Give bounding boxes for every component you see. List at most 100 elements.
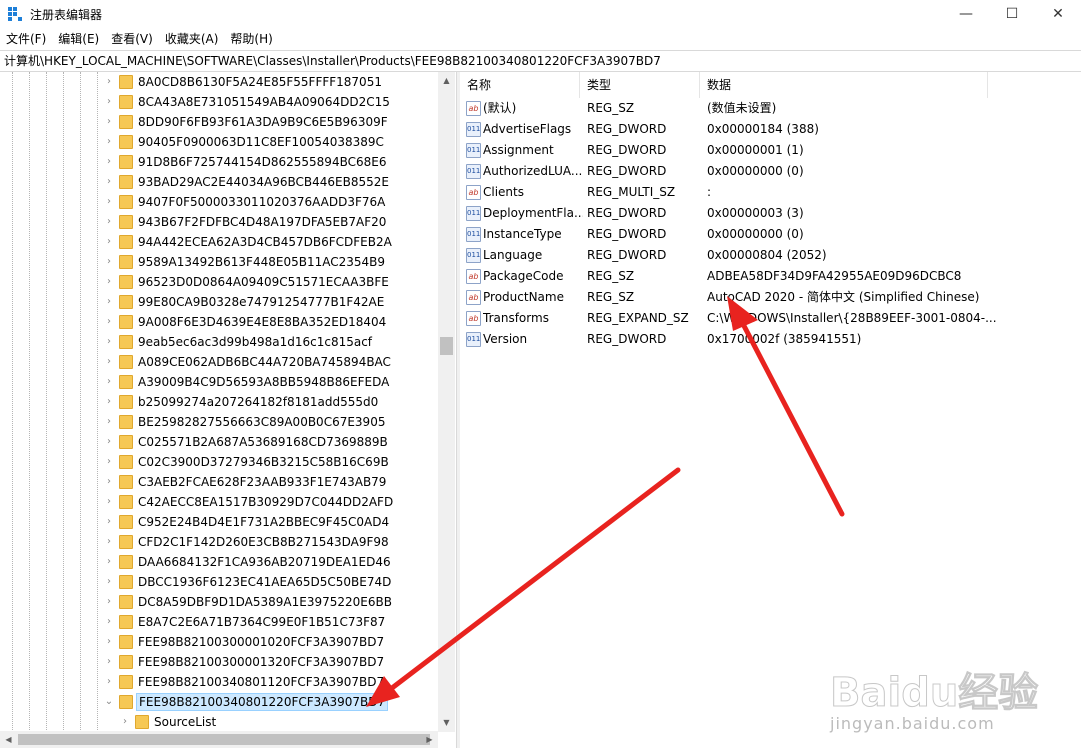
close-button[interactable]: ✕	[1035, 0, 1081, 28]
column-header-data[interactable]: 数据	[700, 72, 988, 98]
expand-chevron-icon[interactable]: ›	[104, 256, 114, 268]
expand-chevron-icon[interactable]: ›	[104, 236, 114, 248]
tree-item[interactable]: › A089CE062ADB6BC44A720BA745894BAC	[0, 352, 438, 372]
tree-item[interactable]: › 96523D0D0864A09409C51571ECAA3BFE	[0, 272, 438, 292]
tree-item[interactable]: › 8DD90F6FB93F61A3DA9B9C6E5B96309F	[0, 112, 438, 132]
scroll-up-arrow-icon[interactable]: ▲	[438, 72, 455, 89]
tree-item[interactable]: › FEE98B82100300001320FCF3A3907BD7	[0, 652, 438, 672]
tree-item[interactable]: › 8CA43A8E731051549AB4A09064DD2C15	[0, 92, 438, 112]
tree-item[interactable]: › 8A0CD8B6130F5A24E85F55FFFF187051	[0, 72, 438, 92]
tree-vertical-scrollbar[interactable]: ▲ ▼	[438, 72, 455, 732]
tree-horizontal-scrollbar[interactable]: ◀ ▶	[0, 731, 438, 748]
expand-chevron-icon[interactable]: ›	[104, 676, 114, 688]
expand-chevron-icon[interactable]: ›	[104, 456, 114, 468]
tree-item[interactable]: › 9A008F6E3D4639E4E8E8BA352ED18404	[0, 312, 438, 332]
value-row[interactable]: ab Clients REG_MULTI_SZ:	[460, 182, 1081, 203]
expand-chevron-icon[interactable]: ›	[104, 476, 114, 488]
tree-item[interactable]: › 9589A13492B613F448E05B11AC2354B9	[0, 252, 438, 272]
expand-chevron-icon[interactable]: ›	[104, 616, 114, 628]
value-row[interactable]: 011 InstanceType REG_DWORD 0x00000000 (0)	[460, 224, 1081, 245]
tree-item[interactable]: › C02C3900D37279346B3215C58B16C69B	[0, 452, 438, 472]
expand-chevron-icon[interactable]: ›	[104, 76, 114, 88]
tree-item[interactable]: › C42AECC8EA1517B30929D7C044DD2AFD	[0, 492, 438, 512]
tree-item[interactable]: › DAA6684132F1CA936AB20719DEA1ED46	[0, 552, 438, 572]
tree-item[interactable]: › b25099274a207264182f8181add555d0	[0, 392, 438, 412]
menu-favorites[interactable]: 收藏夹(A)	[159, 28, 225, 50]
tree-item[interactable]: › A39009B4C9D56593A8BB5948B86EFEDA	[0, 372, 438, 392]
tree-item[interactable]: › 90405F0900063D11C8EF10054038389C	[0, 132, 438, 152]
expand-chevron-icon[interactable]: ›	[104, 216, 114, 228]
tree-item[interactable]: › 93BAD29AC2E44034A96BCB446EB8552E	[0, 172, 438, 192]
value-row[interactable]: ab PackageCode REG_SZ ADBEA58DF34D9FA42955A…	[460, 266, 1081, 287]
scroll-left-arrow-icon[interactable]: ◀	[0, 731, 17, 748]
tree-item[interactable]: › 94A442ECEA62A3D4CB457DB6FCDFEB2A	[0, 232, 438, 252]
menu-edit[interactable]: 编辑(E)	[52, 28, 105, 50]
collapse-chevron-icon[interactable]: ⌄	[104, 696, 114, 708]
expand-chevron-icon[interactable]: ›	[104, 356, 114, 368]
minimize-button[interactable]: —	[943, 0, 989, 28]
tree-item[interactable]: › C025571B2A687A53689168CD7369889B	[0, 432, 438, 452]
tree-item-selected[interactable]: ⌄ FEE98B82100340801220FCF3A3907BD7	[0, 692, 438, 712]
tree-item[interactable]: › 943B67F2FDFBC4D48A197DFA5EB7AF20	[0, 212, 438, 232]
expand-chevron-icon[interactable]: ›	[104, 336, 114, 348]
expand-chevron-icon[interactable]: ›	[104, 116, 114, 128]
tree-item[interactable]: › 91D8B6F725744154D862555894BC68E6	[0, 152, 438, 172]
expand-chevron-icon[interactable]: ›	[104, 316, 114, 328]
expand-chevron-icon[interactable]: ›	[104, 436, 114, 448]
expand-chevron-icon[interactable]: ›	[104, 96, 114, 108]
expand-chevron-icon[interactable]: ›	[104, 196, 114, 208]
tree-item[interactable]: › C3AEB2FCAE628F23AAB933F1E743AB79	[0, 472, 438, 492]
tree-item[interactable]: › E8A7C2E6A71B7364C99E0F1B51C73F87	[0, 612, 438, 632]
expand-chevron-icon[interactable]: ›	[104, 636, 114, 648]
expand-chevron-icon[interactable]: ›	[104, 276, 114, 288]
expand-chevron-icon[interactable]: ›	[104, 496, 114, 508]
menu-help[interactable]: 帮助(H)	[224, 28, 278, 50]
scroll-thumb[interactable]	[440, 337, 453, 355]
tree-item[interactable]: › DC8A59DBF9D1DA5389A1E3975220E6BB	[0, 592, 438, 612]
value-row[interactable]: ab Transforms REG_EXPAND_SZ C:\WINDOWS\Inst…	[460, 308, 1081, 329]
expand-chevron-icon[interactable]: ›	[104, 296, 114, 308]
expand-chevron-icon[interactable]: ›	[104, 176, 114, 188]
value-row[interactable]: 011 AuthorizedLUA... REG_DWORD 0x00000000 (…	[460, 161, 1081, 182]
expand-chevron-icon[interactable]: ›	[104, 536, 114, 548]
tree-item[interactable]: › DBCC1936F6123EC41AEA65D5C50BE74D	[0, 572, 438, 592]
tree-item[interactable]: › FEE98B82100340801120FCF3A3907BD7	[0, 672, 438, 692]
expand-chevron-icon[interactable]: ›	[104, 136, 114, 148]
tree-item[interactable]: › FEE98B82100300001020FCF3A3907BD7	[0, 632, 438, 652]
expand-chevron-icon[interactable]: ›	[104, 376, 114, 388]
address-bar[interactable]: 计算机\HKEY_LOCAL_MACHINE\SOFTWARE\Classes\…	[0, 50, 1081, 72]
expand-chevron-icon[interactable]: ›	[104, 556, 114, 568]
tree-item-child[interactable]: › SourceList	[0, 712, 438, 732]
value-row[interactable]: ab ProductName REG_SZ AutoCAD 2020 - 简体中文 (…	[460, 287, 1081, 308]
menu-file[interactable]: 文件(F)	[0, 28, 52, 50]
tree-item[interactable]: › 9407F0F5000033011020376AADD3F76A	[0, 192, 438, 212]
expand-chevron-icon[interactable]: ›	[104, 596, 114, 608]
expand-chevron-icon[interactable]: ›	[104, 416, 114, 428]
tree-item[interactable]: › 99E80CA9B0328e74791254777B1F42AE	[0, 292, 438, 312]
column-header-name[interactable]: 名称	[460, 72, 580, 98]
scroll-down-arrow-icon[interactable]: ▼	[438, 714, 455, 731]
tree-item[interactable]: › C952E24B4D4E1F731A2BBEC9F45C0AD4	[0, 512, 438, 532]
tree-item[interactable]: › CFD2C1F142D260E3CB8B271543DA9F98	[0, 532, 438, 552]
expand-chevron-icon[interactable]: ›	[104, 516, 114, 528]
value-row[interactable]: 011 Assignment REG_DWORD 0x00000001 (1)	[460, 140, 1081, 161]
expand-chevron-icon[interactable]: ›	[104, 156, 114, 168]
menu-view[interactable]: 查看(V)	[105, 28, 159, 50]
maximize-button[interactable]: ☐	[989, 0, 1035, 28]
expand-chevron-icon[interactable]: ›	[104, 656, 114, 668]
tree-item[interactable]: › 9eab5ec6ac3d99b498a1d16c1c815acf	[0, 332, 438, 352]
tree-item[interactable]: › BE25982827556663C89A00B0C67E3905	[0, 412, 438, 432]
value-row[interactable]: ab (默认) REG_SZ (数值未设置)	[460, 98, 1081, 119]
binary-value-icon: 011	[466, 332, 481, 347]
value-row[interactable]: 011 DeploymentFla... REG_DWORD 0x00000003 (…	[460, 203, 1081, 224]
scroll-right-arrow-icon[interactable]: ▶	[421, 731, 438, 748]
expand-chevron-icon[interactable]: ›	[120, 716, 130, 728]
scroll-thumb-horizontal[interactable]	[18, 734, 430, 745]
value-row[interactable]: 011 AdvertiseFlags REG_DWORD 0x00000184 (38…	[460, 119, 1081, 140]
expand-chevron-icon[interactable]: ›	[104, 396, 114, 408]
folder-icon	[119, 275, 133, 289]
value-row[interactable]: 011 Language REG_DWORD 0x00000804 (2052)	[460, 245, 1081, 266]
value-row[interactable]: 011 Version REG_DWORD 0x1700002f (385941551…	[460, 329, 1081, 350]
column-header-type[interactable]: 类型	[580, 72, 700, 98]
expand-chevron-icon[interactable]: ›	[104, 576, 114, 588]
